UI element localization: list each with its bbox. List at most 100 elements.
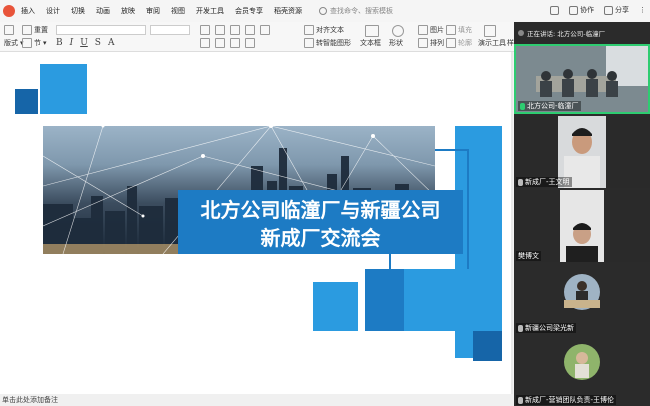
video-tile-3[interactable]: 樊博文 [514,190,650,262]
convert-smartart-button[interactable]: 转智能图形 [304,38,351,48]
tile-5-name: 新成厂-营销团队负责-王博伦 [525,396,615,404]
font-format-group: B I U S A [56,38,114,48]
share-button[interactable]: 分享 [604,5,629,15]
mic-off-icon [518,396,523,404]
fill-button[interactable]: 填充 [446,25,472,35]
menu-docer-resources[interactable]: 稻壳资源 [274,6,302,16]
new-slide-icon [4,25,14,35]
tile-4-name: 新疆公司梁光新 [525,324,574,332]
picture-button[interactable]: 图片 [418,25,444,35]
shadow-button[interactable]: S [95,38,101,48]
mic-off-icon [518,324,523,332]
speaking-indicator: 正在讲话: 北方公司-临潼厂 [514,22,650,44]
convert-smartart-label: 转智能图形 [316,39,351,47]
bold-button[interactable]: B [56,38,63,48]
tile-3-label: 樊博文 [516,251,541,261]
arrange-icon [418,38,428,48]
fill-icon [446,25,456,35]
video-tile-1[interactable]: 北方公司-临潼厂 [514,44,650,114]
menu-developer[interactable]: 开发工具 [196,6,224,16]
strike-button[interactable]: A [108,38,115,48]
textbox-button[interactable]: 文本框 [360,38,381,48]
picture-label: 图片 [430,26,444,34]
numbered-list-icon[interactable] [215,25,225,35]
shape-icon[interactable] [392,25,404,37]
shape-label: 形状 [389,39,403,47]
menu-view[interactable]: 视图 [171,6,185,16]
slide-title-line1[interactable]: 北方公司临潼厂与新疆公司 [178,194,463,223]
demo-tools-label: 演示工具 [478,39,506,47]
align-left-icon[interactable] [200,38,210,48]
reset-label: 重置 [34,26,48,34]
collaborate-label: 协作 [580,6,594,14]
mic-off-icon [518,178,523,186]
avatar-icon [518,30,524,36]
menu-transition[interactable]: 切换 [71,6,85,16]
bullet-list-icon[interactable] [200,25,210,35]
picture-icon [418,25,428,35]
menu-design[interactable]: 设计 [46,6,60,16]
tile-1-name: 北方公司-临潼厂 [527,102,579,110]
menubar-right-tools: 协作 分享 ⋮ [550,5,646,15]
fill-label: 填充 [458,26,472,34]
reset-button[interactable]: 重置 [22,25,48,35]
shape-button[interactable]: 形状 [389,38,403,48]
share-icon [604,5,613,15]
italic-button[interactable]: I [70,38,74,48]
tile-5-label: 新成厂-营销团队负责-王博伦 [516,395,617,405]
demo-tools-icon[interactable] [484,25,496,37]
textbox-icon[interactable] [365,25,379,37]
line-spacing-icon[interactable] [260,25,270,35]
alignment-group [200,38,255,48]
tile-4-label: 新疆公司梁光新 [516,323,576,333]
outline-icon [446,38,456,48]
tile-2-name: 新成厂-王文明 [525,178,570,186]
align-text-button[interactable]: 对齐文本 [304,25,344,35]
layout-label: 版式 [4,39,18,47]
slide-editor: 北方公司临潼厂与新疆公司 新成厂交流会 [0,52,513,394]
section-icon [22,38,32,48]
arrange-button[interactable]: 排列 [418,38,444,48]
new-slide-button[interactable] [4,25,14,35]
font-size-select[interactable] [150,25,190,35]
more-icon[interactable]: ⋮ [639,6,646,14]
app-logo[interactable] [3,5,15,17]
collaborate-button[interactable]: 协作 [569,5,594,15]
speaking-text: 正在讲话: 北方公司-临潼厂 [527,30,606,38]
video-tile-5[interactable]: 新成厂-营销团队负责-王博伦 [514,336,650,406]
underline-button[interactable]: U [80,38,88,48]
command-search[interactable]: 查找命令、搜索模板 [319,6,393,16]
menu-slideshow[interactable]: 放映 [121,6,135,16]
decrease-indent-icon[interactable] [230,25,240,35]
outline-button[interactable]: 轮廓 [446,38,472,48]
sync-icon[interactable] [550,5,559,15]
slide-title-line2[interactable]: 新成厂交流会 [178,222,463,251]
share-label: 分享 [615,6,629,14]
deco-block-mid [365,269,404,331]
outline-label: 轮廓 [458,39,472,47]
align-text-icon [304,25,314,35]
menu-review[interactable]: 审阅 [146,6,160,16]
layout-dropdown[interactable]: 版式 ▾ [4,38,24,48]
notes-hint: 单击此处添加备注 [2,396,58,404]
menu-insert[interactable]: 插入 [21,6,35,16]
tile-3-name: 樊博文 [518,252,539,260]
section-label: 节 [34,39,41,47]
slide-canvas[interactable]: 北方公司临潼厂与新疆公司 新成厂交流会 [0,52,511,394]
video-tile-4[interactable]: 新疆公司梁光新 [514,264,650,334]
section-dropdown[interactable]: 节 ▾ [22,38,47,48]
menu-membership[interactable]: 会员专享 [235,6,263,16]
video-tile-2[interactable]: 新成厂-王文明 [514,116,650,188]
paragraph-group [200,25,270,35]
tile-1-label: 北方公司-临潼厂 [518,101,581,111]
deco-square-large [40,64,87,114]
increase-indent-icon[interactable] [245,25,255,35]
demo-tools-button[interactable]: 演示工具 [478,38,506,48]
menu-animation[interactable]: 动画 [96,6,110,16]
notes-bar[interactable]: 单击此处添加备注 [0,394,513,406]
justify-icon[interactable] [245,38,255,48]
align-right-icon[interactable] [230,38,240,48]
deco-block-bottom [473,331,502,361]
align-center-icon[interactable] [215,38,225,48]
font-family-select[interactable] [56,25,146,35]
